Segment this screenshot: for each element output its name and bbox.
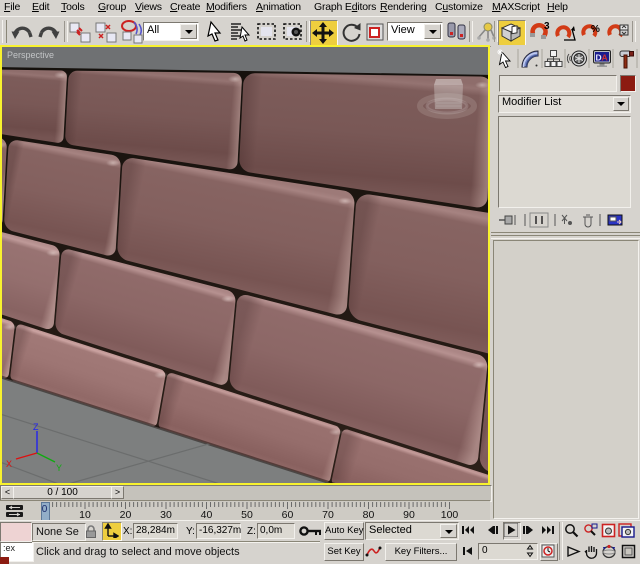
svg-text:3: 3	[544, 21, 550, 32]
svg-text:%: %	[591, 24, 600, 35]
svg-text:Z: Z	[33, 422, 39, 432]
svg-text:X: X	[6, 459, 12, 469]
svg-text:Y: Y	[56, 463, 62, 473]
svg-text:A: A	[602, 53, 608, 63]
svg-text:Perspective: Perspective	[7, 50, 54, 60]
